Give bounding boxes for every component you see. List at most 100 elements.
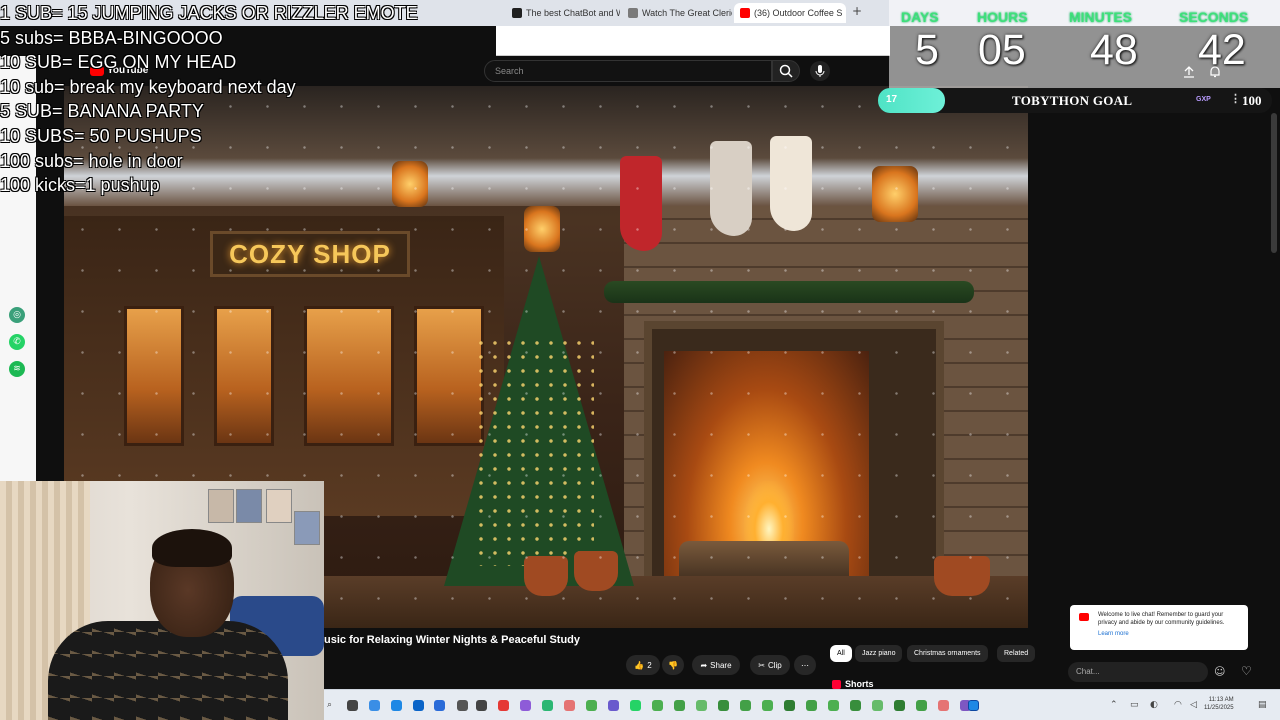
shorts-icon	[832, 679, 841, 689]
taskbar-app-icon[interactable]	[476, 700, 487, 711]
search-button[interactable]	[772, 60, 800, 82]
taskbar-app-icon[interactable]	[696, 700, 707, 711]
wifi-icon[interactable]: ◠	[1174, 700, 1182, 710]
sub-goal-list: 1 SUB= 15 JUMPING JACKS OR RIZZLER EMOTE…	[0, 1, 418, 198]
taskbar-app-icon[interactable]	[718, 700, 729, 711]
clip-label: Clip	[767, 660, 782, 670]
taskbar-app-icon[interactable]	[608, 700, 619, 711]
taskbar-app-icon[interactable]	[652, 700, 663, 711]
shorts-section-header[interactable]: Shorts	[832, 679, 874, 689]
tab-title: The best ChatBot and Wri	[526, 8, 620, 18]
like-button[interactable]: 👍 2	[626, 655, 660, 675]
taskbar-app-icon[interactable]	[391, 700, 402, 711]
share-button[interactable]: ➦ Share	[692, 655, 740, 675]
tab-title: Watch The Great Cleric Ep	[642, 8, 732, 18]
clip-button[interactable]: ✂ Clip	[750, 655, 790, 675]
chat-notice-text: Welcome to live chat! Remember to guard …	[1098, 612, 1225, 626]
tray-app-icon[interactable]: ▭	[1130, 700, 1139, 710]
taskbar-app-icon[interactable]	[674, 700, 685, 711]
taskbar-app-icon[interactable]	[828, 700, 839, 711]
taskbar-app-icon[interactable]	[784, 700, 795, 711]
address-bar[interactable]	[496, 26, 890, 56]
subathon-goal-bar: 17 TOBYTHON GOAL GXP ⋮ 100	[878, 88, 1272, 113]
taskbar-app-icon[interactable]	[762, 700, 773, 711]
windows-taskbar: ⌕ ⌃ ▭ ◐ ◠ ◁ 11:13 AM 11/25/2025 ▤	[324, 689, 1280, 720]
chip-related[interactable]: Related	[997, 645, 1036, 662]
webcam-poster	[236, 489, 262, 523]
timer-label-minutes: MINUTES	[1069, 9, 1132, 25]
webcam-poster	[294, 511, 320, 545]
chevron-up-icon[interactable]: ⌃	[1110, 700, 1118, 710]
dislike-button[interactable]: 👎	[662, 655, 684, 675]
sub-goal-line: 10 sub= break my keyboard next day	[0, 76, 296, 97]
chatbot-favicon-icon	[512, 8, 522, 18]
youtube-notice-icon	[1079, 613, 1089, 621]
chat-welcome-notice: Welcome to live chat! Remember to guard …	[1070, 605, 1248, 650]
taskbar-app-icon[interactable]	[586, 700, 597, 711]
taskbar-app-icon[interactable]	[872, 700, 883, 711]
timer-value-minutes: 48	[1090, 26, 1138, 74]
taskbar-app-icon[interactable]	[520, 700, 531, 711]
tab-title: (36) Outdoor Coffee S	[754, 8, 843, 18]
goal-current-value: 17	[886, 94, 898, 105]
heart-reaction-button[interactable]: ♡	[1241, 664, 1252, 678]
webcam-poster	[266, 489, 292, 523]
webcam-poster	[208, 489, 234, 523]
like-count: 2	[647, 660, 652, 670]
chip-jazz-piano[interactable]: Jazz piano	[855, 645, 903, 662]
tab-outdoor-coffee[interactable]: (36) Outdoor Coffee S ✕	[734, 3, 846, 23]
new-tab-button[interactable]: +	[852, 4, 862, 18]
chip-christmas-ornaments[interactable]: Christmas ornaments	[907, 645, 988, 662]
webcam-shirt	[48, 621, 288, 720]
search-input[interactable]: Search	[484, 60, 772, 82]
timer-label-seconds: SECONDS	[1179, 9, 1249, 25]
whatsapp-icon[interactable]: ✆	[9, 334, 25, 350]
taskbar-app-icon[interactable]	[740, 700, 751, 711]
chatgpt-icon[interactable]: ◎	[9, 307, 25, 323]
tab-chatbot[interactable]: The best ChatBot and Wri	[506, 3, 620, 23]
clock-date: 11/25/2025	[1204, 705, 1234, 711]
taskbar-app-icon[interactable]	[630, 700, 641, 711]
learn-more-link[interactable]: Learn more	[1098, 630, 1240, 638]
emoji-button[interactable]: ☺	[1214, 665, 1225, 678]
search-icon[interactable]: ⌕	[327, 700, 332, 710]
sub-goal-line: 10 SUB= EGG ON MY HEAD	[0, 52, 237, 73]
sub-goal-line: 5 SUB= BANANA PARTY	[0, 101, 204, 122]
chat-scrollbar[interactable]	[1271, 113, 1277, 253]
taskbar-app-icon[interactable]	[542, 700, 553, 711]
taskbar-app-icon[interactable]	[850, 700, 861, 711]
more-vert-icon[interactable]: ⋮	[1230, 92, 1241, 105]
taskbar-app-icon[interactable]	[413, 700, 424, 711]
taskbar-app-icon[interactable]	[564, 700, 575, 711]
voice-search-button[interactable]	[810, 61, 830, 81]
taskbar-app-icon[interactable]	[498, 700, 509, 711]
clock-time: 11:13 AM	[1208, 697, 1234, 703]
sub-goal-line: 5 subs= BBBA-BINGOOOO	[0, 27, 223, 48]
taskbar-app-icon[interactable]	[369, 700, 380, 711]
notification-center-icon[interactable]: ▤	[1258, 700, 1267, 710]
timer-value-hours: 05	[978, 26, 1026, 74]
microphone-icon	[815, 65, 825, 77]
spotify-icon[interactable]: ≋	[9, 361, 25, 377]
taskbar-app-icon[interactable]	[968, 700, 979, 711]
taskbar-app-icon[interactable]	[894, 700, 905, 711]
youtube-favicon-icon	[740, 8, 750, 18]
task-view-icon[interactable]	[347, 700, 358, 711]
chip-all[interactable]: All	[830, 645, 852, 662]
timer-value-seconds: 42	[1198, 26, 1246, 74]
taskbar-app-icon[interactable]	[806, 700, 817, 711]
taskbar-app-icon[interactable]	[916, 700, 927, 711]
volume-icon[interactable]: ◁	[1190, 700, 1197, 710]
chat-input[interactable]: Chat...	[1068, 662, 1208, 682]
tray-app-icon[interactable]: ◐	[1150, 700, 1158, 710]
emoji-icon: ☺	[1214, 665, 1226, 678]
taskbar-app-icon[interactable]	[457, 700, 468, 711]
tray-clock[interactable]: 11:13 AM 11/25/2025	[1204, 696, 1234, 712]
sub-goal-line: 10 SUBS= 50 PUSHUPS	[0, 125, 202, 146]
goal-title: TOBYTHON GOAL	[1012, 93, 1133, 108]
tab-great-cleric[interactable]: Watch The Great Cleric Ep	[622, 3, 732, 23]
taskbar-app-icon[interactable]	[434, 700, 445, 711]
more-actions-button[interactable]: ⋯	[794, 655, 816, 675]
thumbs-down-icon: 👎	[668, 660, 678, 670]
taskbar-app-icon[interactable]	[938, 700, 949, 711]
